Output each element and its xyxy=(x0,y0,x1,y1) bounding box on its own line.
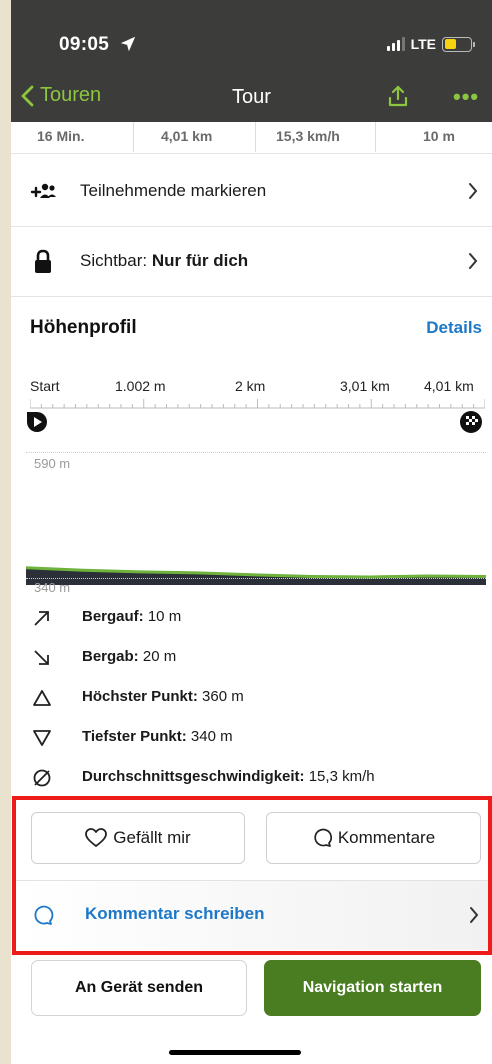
x-tick-label: 4,01 km xyxy=(424,378,474,394)
x-tick-label: Start xyxy=(30,378,60,394)
chevron-right-icon xyxy=(469,253,478,269)
visibility-row[interactable]: Sichtbar: Nur für dich xyxy=(11,227,492,297)
send-to-device-button[interactable]: An Gerät senden xyxy=(31,960,247,1016)
lock-icon xyxy=(35,249,51,273)
triangle-up-icon xyxy=(33,690,51,706)
start-flag-icon xyxy=(27,412,47,432)
y-grid-bottom xyxy=(26,578,486,579)
status-time: 09:05 xyxy=(59,34,110,55)
metric-text: Durchschnittsgeschwindigkeit: 15,3 km/h xyxy=(82,768,375,785)
metric-lowest: Tiefster Punkt: 340 m xyxy=(11,725,492,755)
divider xyxy=(133,122,134,152)
chevron-right-icon xyxy=(469,183,478,199)
triangle-down-icon xyxy=(33,730,51,746)
home-indicator xyxy=(169,1050,301,1055)
metric-value: 10 m xyxy=(147,608,182,625)
x-tick-label: 1.002 m xyxy=(115,378,166,394)
metric-descent: Bergab: 20 m xyxy=(11,645,492,675)
y-grid-top xyxy=(26,452,486,453)
heart-icon xyxy=(85,828,108,847)
metric-text: Bergab: 20 m xyxy=(82,648,176,665)
metric-label: Bergauf: xyxy=(82,608,144,625)
battery-level xyxy=(444,39,456,49)
metric-value: 340 m xyxy=(190,728,233,745)
like-label: Gefällt mir xyxy=(113,828,191,847)
distance-axis: Start 1.002 m 2 km 3,01 km 4,01 km xyxy=(11,378,492,400)
arrow-up-right-icon xyxy=(34,611,49,626)
comment-icon xyxy=(314,828,332,847)
tour-stats: 16 Min. 4,01 km 15,3 km/h 10 m xyxy=(11,122,492,154)
tag-participants-label: Teilnehmende markieren xyxy=(80,181,267,200)
location-arrow-icon xyxy=(120,36,136,52)
visibility-label: Sichtbar: Nur für dich xyxy=(80,251,248,271)
x-tick-label: 2 km xyxy=(235,378,266,394)
visibility-value: Nur für dich xyxy=(151,251,249,270)
start-navigation-button[interactable]: Navigation starten xyxy=(264,960,481,1016)
stat-elevation: 10 m xyxy=(423,128,455,144)
metric-label: Bergab: xyxy=(82,648,139,665)
metric-label: Höchster Punkt: xyxy=(82,688,198,705)
details-link[interactable]: Details xyxy=(426,318,482,338)
write-comment-row[interactable]: Kommentar schreiben xyxy=(16,880,488,950)
metric-text: Bergauf: 10 m xyxy=(82,608,181,625)
distance-ruler xyxy=(30,399,485,409)
status-indicators: LTE xyxy=(386,36,475,52)
metric-highest: Höchster Punkt: 360 m xyxy=(11,685,492,715)
metric-label: Tiefster Punkt: xyxy=(82,728,187,745)
stat-distance: 4,01 km xyxy=(161,128,213,144)
divider xyxy=(255,122,256,152)
metric-average-speed: Durchschnittsgeschwindigkeit: 15,3 km/h xyxy=(11,765,492,795)
network-type: LTE xyxy=(410,36,436,52)
visibility-prefix: Sichtbar: xyxy=(80,251,148,270)
signal-icon xyxy=(386,37,405,51)
average-icon xyxy=(33,769,51,787)
metric-value: 15,3 km/h xyxy=(308,768,375,785)
app-header: 09:05 LTE Touren Tour ••• xyxy=(11,0,492,122)
write-comment-label: Kommentar schreiben xyxy=(85,904,265,923)
chevron-right-icon xyxy=(470,907,479,923)
share-icon[interactable] xyxy=(387,84,409,108)
comments-label: Kommentare xyxy=(337,828,436,847)
comments-button[interactable]: Kommentare xyxy=(266,812,481,864)
tag-participants-row[interactable]: Teilnehmende markieren xyxy=(11,157,492,227)
metric-label: Durchschnittsgeschwindigkeit: xyxy=(82,768,305,785)
metric-ascent: Bergauf: 10 m xyxy=(11,605,492,635)
metric-text: Tiefster Punkt: 340 m xyxy=(82,728,233,745)
stat-duration: 16 Min. xyxy=(37,128,85,144)
finish-flag-icon xyxy=(460,411,482,433)
page-title: Tour xyxy=(232,86,271,108)
metric-value: 360 m xyxy=(202,688,244,705)
y-label-bottom: 340 m xyxy=(34,580,71,595)
y-label-top: 590 m xyxy=(34,456,71,471)
x-tick-label: 3,01 km xyxy=(340,378,390,394)
like-button[interactable]: Gefällt mir xyxy=(31,812,245,864)
more-button[interactable]: ••• xyxy=(453,84,479,110)
battery-icon xyxy=(442,36,475,52)
phone-screen: 09:05 LTE Touren Tour ••• 16 Min. 4,01 k… xyxy=(11,0,492,1064)
comment-icon xyxy=(34,905,54,925)
metric-text: Höchster Punkt: 360 m xyxy=(82,688,244,705)
arrow-down-right-icon xyxy=(34,650,49,665)
metric-value: 20 m xyxy=(142,648,177,665)
divider xyxy=(375,122,376,152)
stat-speed: 15,3 km/h xyxy=(276,128,340,144)
navigation-bar: Touren Tour ••• xyxy=(11,82,492,120)
elevation-profile-title: Höhenprofil xyxy=(30,317,137,338)
elevation-chart xyxy=(26,566,486,585)
add-people-icon xyxy=(30,183,56,198)
